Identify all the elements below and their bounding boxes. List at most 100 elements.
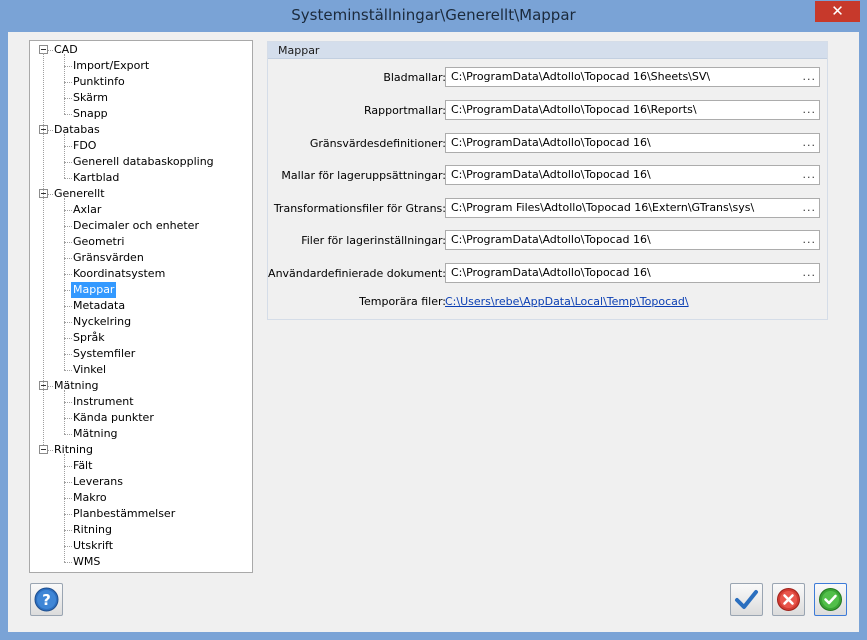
- tree-item[interactable]: Mätning: [73, 426, 118, 442]
- folder-label: Transformationsfiler för Gtrans:: [273, 202, 446, 215]
- tree-connector: [64, 546, 72, 547]
- tree-connector: [64, 402, 72, 403]
- folder-label: Användardefinierade dokument:: [268, 267, 446, 280]
- ok-button[interactable]: [814, 583, 847, 616]
- tree-connector: [64, 162, 72, 163]
- tree-connector: [48, 130, 53, 131]
- tree-connector: [64, 338, 72, 339]
- temp-files-label: Temporära filer:: [359, 295, 446, 308]
- tree-item[interactable]: Nyckelring: [73, 314, 131, 330]
- tree-connector: [64, 198, 65, 370]
- tree-connector: [64, 306, 72, 307]
- folder-label: Bladmallar:: [383, 71, 446, 84]
- tree-item[interactable]: Ritning: [73, 522, 112, 538]
- tree-group[interactable]: Databas: [54, 122, 100, 138]
- folder-path-field[interactable]: C:\ProgramData\Adtollo\Topocad 16\...: [445, 133, 820, 153]
- tree-connector: [64, 322, 72, 323]
- tree-connector: [64, 66, 72, 67]
- folder-label: Mallar för lageruppsättningar:: [281, 169, 446, 182]
- mappar-panel: Mappar Bladmallar: C:\ProgramData\Adtollo…: [267, 41, 828, 320]
- tree-item[interactable]: Systemfiler: [73, 346, 135, 362]
- folder-path-value: C:\ProgramData\Adtollo\Topocad 16\: [451, 233, 651, 246]
- tree-item[interactable]: Decimaler och enheter: [73, 218, 199, 234]
- folder-path-value: C:\ProgramData\Adtollo\Topocad 16\Sheets…: [451, 70, 711, 83]
- tree-item[interactable]: Planbestämmelser: [73, 506, 175, 522]
- browse-button[interactable]: ...: [803, 68, 817, 86]
- tree-item[interactable]: Utskrift: [73, 538, 113, 554]
- tree-connector: [64, 454, 65, 562]
- tree-item[interactable]: Koordinatsystem: [73, 266, 165, 282]
- tree-item[interactable]: Skärm: [73, 90, 108, 106]
- folder-path-value: C:\ProgramData\Adtollo\Topocad 16\: [451, 266, 651, 279]
- close-button[interactable]: ✕: [815, 1, 860, 22]
- tree-item[interactable]: Instrument: [73, 394, 134, 410]
- help-button[interactable]: ?: [30, 583, 63, 616]
- apply-button[interactable]: [730, 583, 763, 616]
- ok-icon: [819, 588, 842, 611]
- tree-item[interactable]: WMS: [73, 554, 100, 570]
- tree-group[interactable]: Mätning: [54, 378, 99, 394]
- dialog-client: CAD Import/Export Punktinfo Skärm Snapp Datab…: [8, 32, 859, 632]
- tree-item[interactable]: Språk: [73, 330, 105, 346]
- tree-connector: [64, 82, 72, 83]
- tree-connector: [64, 54, 65, 114]
- tree-connector: [64, 482, 72, 483]
- tree-item[interactable]: Kända punkter: [73, 410, 154, 426]
- folder-path-value: C:\ProgramData\Adtollo\Topocad 16\: [451, 168, 651, 181]
- browse-button[interactable]: ...: [803, 231, 817, 249]
- cancel-button[interactable]: [772, 583, 805, 616]
- browse-button[interactable]: ...: [803, 166, 817, 184]
- tree-connector: [64, 514, 72, 515]
- tree-group[interactable]: Generellt: [54, 186, 105, 202]
- tree-connector: [48, 450, 53, 451]
- tree-item[interactable]: Mappar: [71, 282, 117, 298]
- folder-path-value: C:\Program Files\Adtollo\Topocad 16\Exte…: [451, 201, 755, 214]
- folder-path-field[interactable]: C:\ProgramData\Adtollo\Topocad 16\...: [445, 165, 820, 185]
- tree-connector: [64, 390, 65, 434]
- tree-connector: [64, 134, 65, 178]
- tree-item[interactable]: Fält: [73, 458, 92, 474]
- tree-item[interactable]: Generell databaskoppling: [73, 154, 214, 170]
- tree-item[interactable]: Gränsvärden: [73, 250, 144, 266]
- tree-item[interactable]: Makro: [73, 490, 107, 506]
- tree-connector: [64, 258, 72, 259]
- folder-path-field[interactable]: C:\Program Files\Adtollo\Topocad 16\Exte…: [445, 198, 820, 218]
- tree-item[interactable]: Metadata: [73, 298, 125, 314]
- folder-path-field[interactable]: C:\ProgramData\Adtollo\Topocad 16\...: [445, 263, 820, 283]
- help-icon: ?: [34, 587, 59, 612]
- folder-path-field[interactable]: C:\ProgramData\Adtollo\Topocad 16\Sheets…: [445, 67, 820, 87]
- tree-connector: [64, 226, 72, 227]
- folder-label: Filer för lagerinställningar:: [301, 234, 446, 247]
- tree-group[interactable]: CAD: [54, 42, 78, 58]
- tree-expander[interactable]: [39, 445, 48, 454]
- tree-item[interactable]: Leverans: [73, 474, 123, 490]
- folder-path-value: C:\ProgramData\Adtollo\Topocad 16\Report…: [451, 103, 697, 116]
- tree-item[interactable]: Kartblad: [73, 170, 119, 186]
- browse-button[interactable]: ...: [803, 199, 817, 217]
- settings-tree[interactable]: CAD Import/Export Punktinfo Skärm Snapp Datab…: [29, 40, 253, 573]
- folder-path-field[interactable]: C:\ProgramData\Adtollo\Topocad 16\...: [445, 230, 820, 250]
- title-bar[interactable]: Systeminställningar\Generellt\Mappar ✕: [0, 0, 867, 32]
- tree-item[interactable]: Import/Export: [73, 58, 149, 74]
- tree-connector: [64, 146, 72, 147]
- tree-item[interactable]: FDO: [73, 138, 96, 154]
- tree-item[interactable]: Snapp: [73, 106, 108, 122]
- check-icon: [735, 590, 758, 609]
- tree-item[interactable]: Geometri: [73, 234, 124, 250]
- tree-item[interactable]: Axlar: [73, 202, 101, 218]
- tree-connector: [64, 498, 72, 499]
- tree-connector: [64, 210, 72, 211]
- browse-button[interactable]: ...: [803, 264, 817, 282]
- dialog-window: Systeminställningar\Generellt\Mappar ✕ C…: [0, 0, 867, 640]
- temp-files-link[interactable]: C:\Users\rebe\AppData\Local\Temp\Topocad…: [445, 295, 689, 308]
- tree-connector: [64, 114, 72, 115]
- folder-path-field[interactable]: C:\ProgramData\Adtollo\Topocad 16\Report…: [445, 100, 820, 120]
- cancel-icon: [777, 588, 800, 611]
- tree-item[interactable]: Punktinfo: [73, 74, 125, 90]
- tree-item[interactable]: Vinkel: [73, 362, 106, 378]
- tree-connector: [64, 466, 72, 467]
- browse-button[interactable]: ...: [803, 134, 817, 152]
- browse-button[interactable]: ...: [803, 101, 817, 119]
- tree-connector: [48, 50, 53, 51]
- tree-group[interactable]: Ritning: [54, 442, 93, 458]
